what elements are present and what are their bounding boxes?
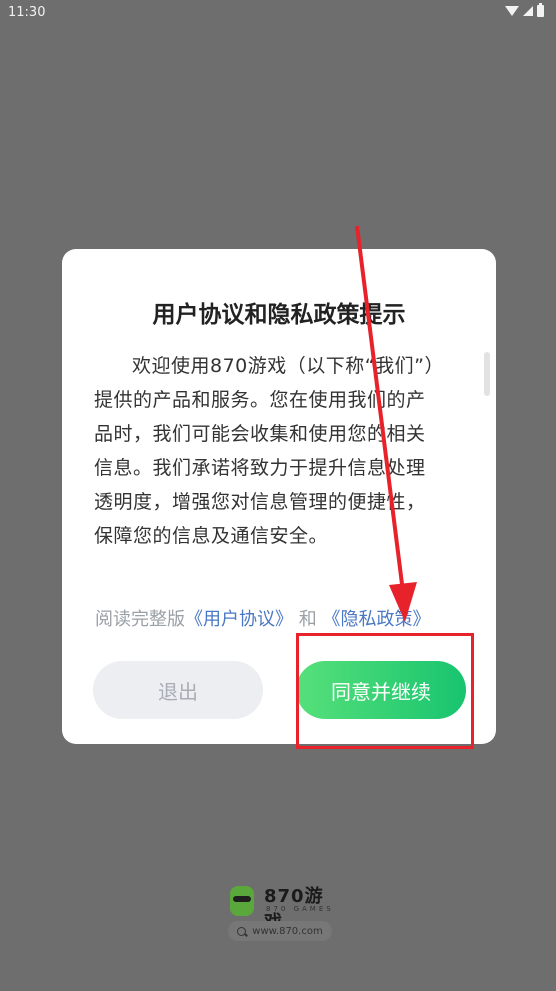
website-url: www.870.com — [228, 921, 332, 941]
url-text: www.870.com — [252, 925, 323, 937]
app-logo: 870游戏 870 GAMES — [226, 880, 336, 933]
annotation-arrow — [355, 225, 417, 622]
search-icon — [237, 926, 247, 936]
logo-subtitle: 870 GAMES — [266, 905, 334, 913]
mascot-icon — [230, 886, 254, 916]
